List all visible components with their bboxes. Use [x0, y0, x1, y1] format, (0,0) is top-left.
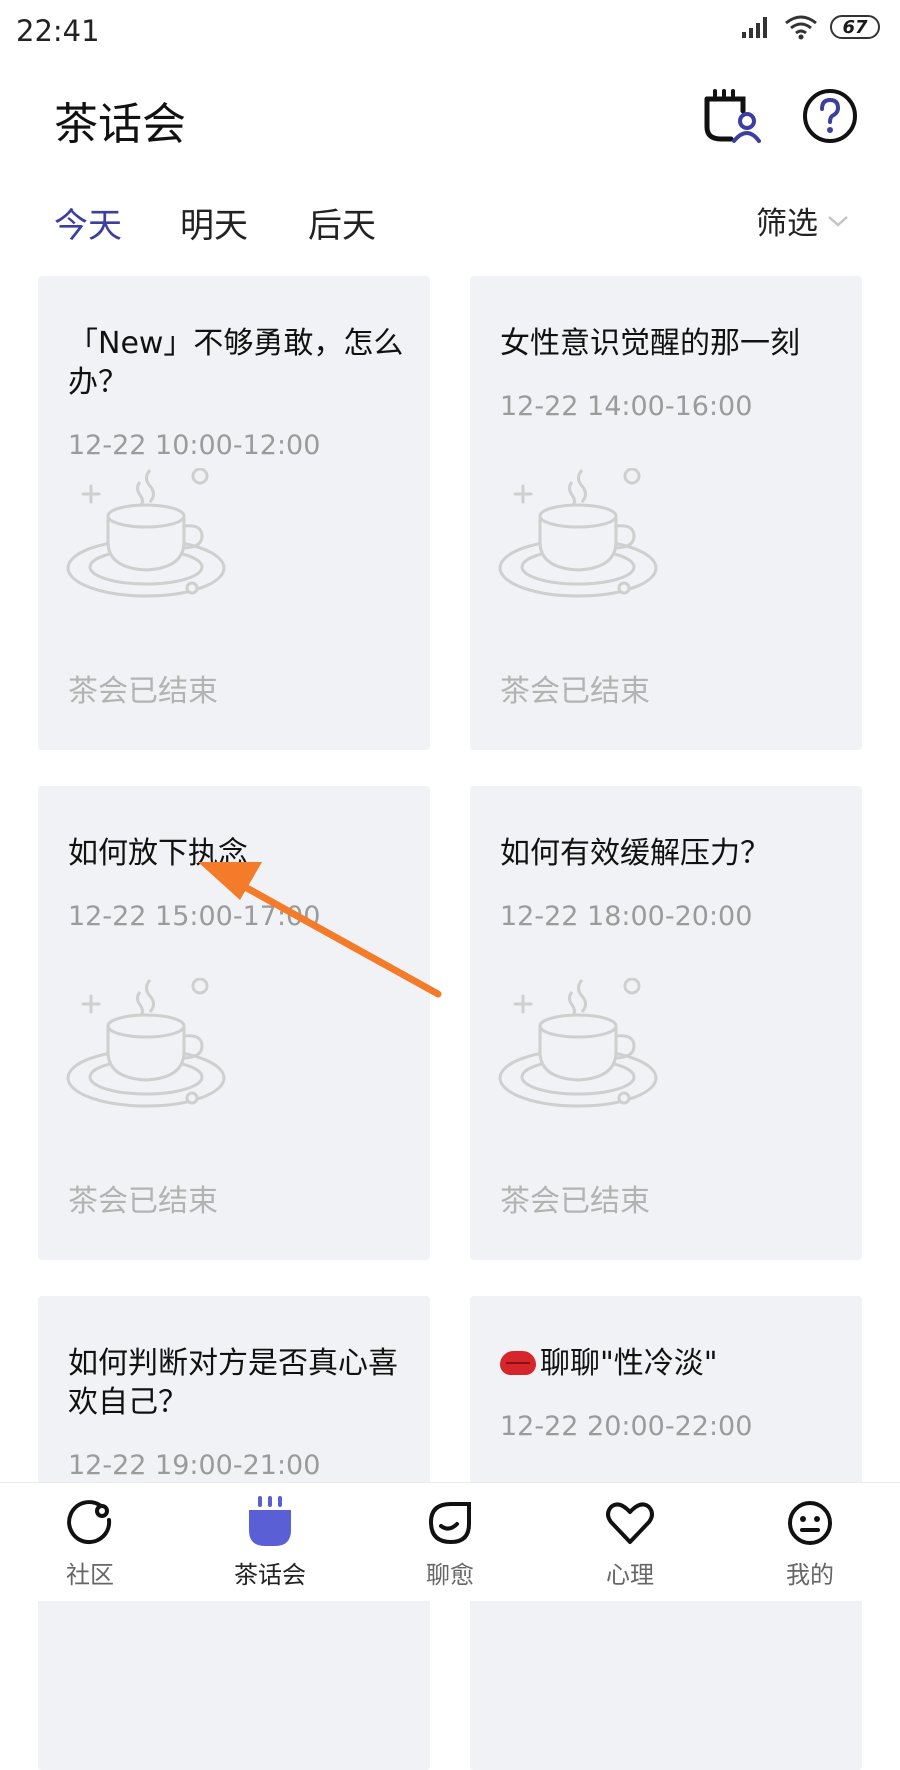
nav-psychology[interactable]: 心理: [560, 1483, 700, 1601]
lips-icon: [500, 1351, 536, 1375]
page-title: 茶话会: [54, 99, 186, 150]
tea-cup-illustration: [498, 468, 658, 598]
tea-party-card[interactable]: 如何有效缓解压力？ 12-22 18:00-20:00 茶会已结束: [470, 786, 862, 1260]
card-time: 12-22 15:00-17:00: [68, 901, 321, 932]
community-icon: [67, 1500, 112, 1545]
card-status: 茶会已结束: [68, 674, 218, 709]
nav-mine[interactable]: 我的: [740, 1483, 880, 1601]
status-time: 22:41: [16, 14, 100, 48]
card-status: 茶会已结束: [500, 1184, 650, 1219]
tab-day-after-tomorrow[interactable]: 后天: [308, 198, 376, 247]
card-title: 女性意识觉醒的那一刻: [500, 326, 800, 361]
card-status: 茶会已结束: [68, 1184, 218, 1219]
nav-label: 聊愈: [426, 1561, 474, 1589]
card-title: 如何判断对方是否真心喜欢自己？: [68, 1346, 398, 1420]
nav-label: 心理: [606, 1561, 654, 1589]
nav-tea-party[interactable]: 茶话会: [200, 1483, 340, 1601]
tea-cup-illustration: [66, 978, 226, 1108]
card-time: 12-22 10:00-12:00: [68, 430, 321, 461]
card-title: 「New」不够勇敢，怎么办？: [68, 326, 404, 400]
question-icon: [803, 89, 857, 143]
nav-community[interactable]: 社区: [20, 1483, 160, 1601]
nav-label: 我的: [786, 1561, 834, 1589]
card-time: 12-22 20:00-22:00: [500, 1411, 753, 1442]
help-button[interactable]: [796, 82, 864, 150]
header: 茶话会: [0, 64, 900, 174]
card-time: 12-22 18:00-20:00: [500, 901, 753, 932]
card-title: 聊聊"性冷淡": [500, 1344, 840, 1383]
tea-party-card[interactable]: 女性意识觉醒的那一刻 12-22 14:00-16:00 茶会已结束: [470, 276, 862, 750]
nav-chat-heal[interactable]: 聊愈: [380, 1483, 520, 1601]
tea-party-card[interactable]: 如何放下执念 12-22 15:00-17:00 茶会已结束: [38, 786, 430, 1260]
status-icons: 67: [740, 14, 880, 40]
tea-cup-user-icon: [704, 89, 761, 143]
my-tea-party-button[interactable]: [696, 82, 764, 150]
nav-label: 茶话会: [234, 1561, 306, 1589]
chat-heal-icon: [428, 1502, 471, 1545]
chevron-down-icon: [828, 215, 848, 227]
tab-today[interactable]: 今天: [54, 198, 122, 247]
status-bar: 22:41 67: [0, 0, 900, 64]
card-title-text: 聊聊"性冷淡": [540, 1346, 718, 1381]
tab-tomorrow[interactable]: 明天: [180, 198, 248, 247]
filter-label: 筛选: [756, 206, 818, 242]
tea-cup-illustration: [498, 978, 658, 1108]
tea-cup-illustration: [66, 468, 226, 598]
card-time: 12-22 19:00-21:00: [68, 1450, 321, 1481]
bottom-nav: 社区 茶话会 聊愈 心理 我的: [0, 1482, 900, 1601]
battery-indicator: 67: [830, 15, 880, 39]
card-title: 如何放下执念: [68, 836, 248, 871]
day-tabs: 今天 明天 后天 筛选: [0, 190, 900, 250]
card-title: 如何有效缓解压力？: [500, 836, 770, 871]
nav-label: 社区: [66, 1561, 114, 1589]
card-time: 12-22 14:00-16:00: [500, 391, 753, 422]
filter-dropdown[interactable]: 筛选: [756, 198, 850, 243]
wifi-icon: [785, 15, 817, 40]
card-status: 茶会已结束: [500, 674, 650, 709]
smiley-icon: [788, 1501, 832, 1545]
tea-party-card[interactable]: 「New」不够勇敢，怎么办？ 12-22 10:00-12:00 茶会已结束: [38, 276, 430, 750]
heart-icon: [606, 1502, 654, 1544]
signal-icon: [742, 17, 767, 38]
tea-party-icon: [249, 1496, 291, 1546]
